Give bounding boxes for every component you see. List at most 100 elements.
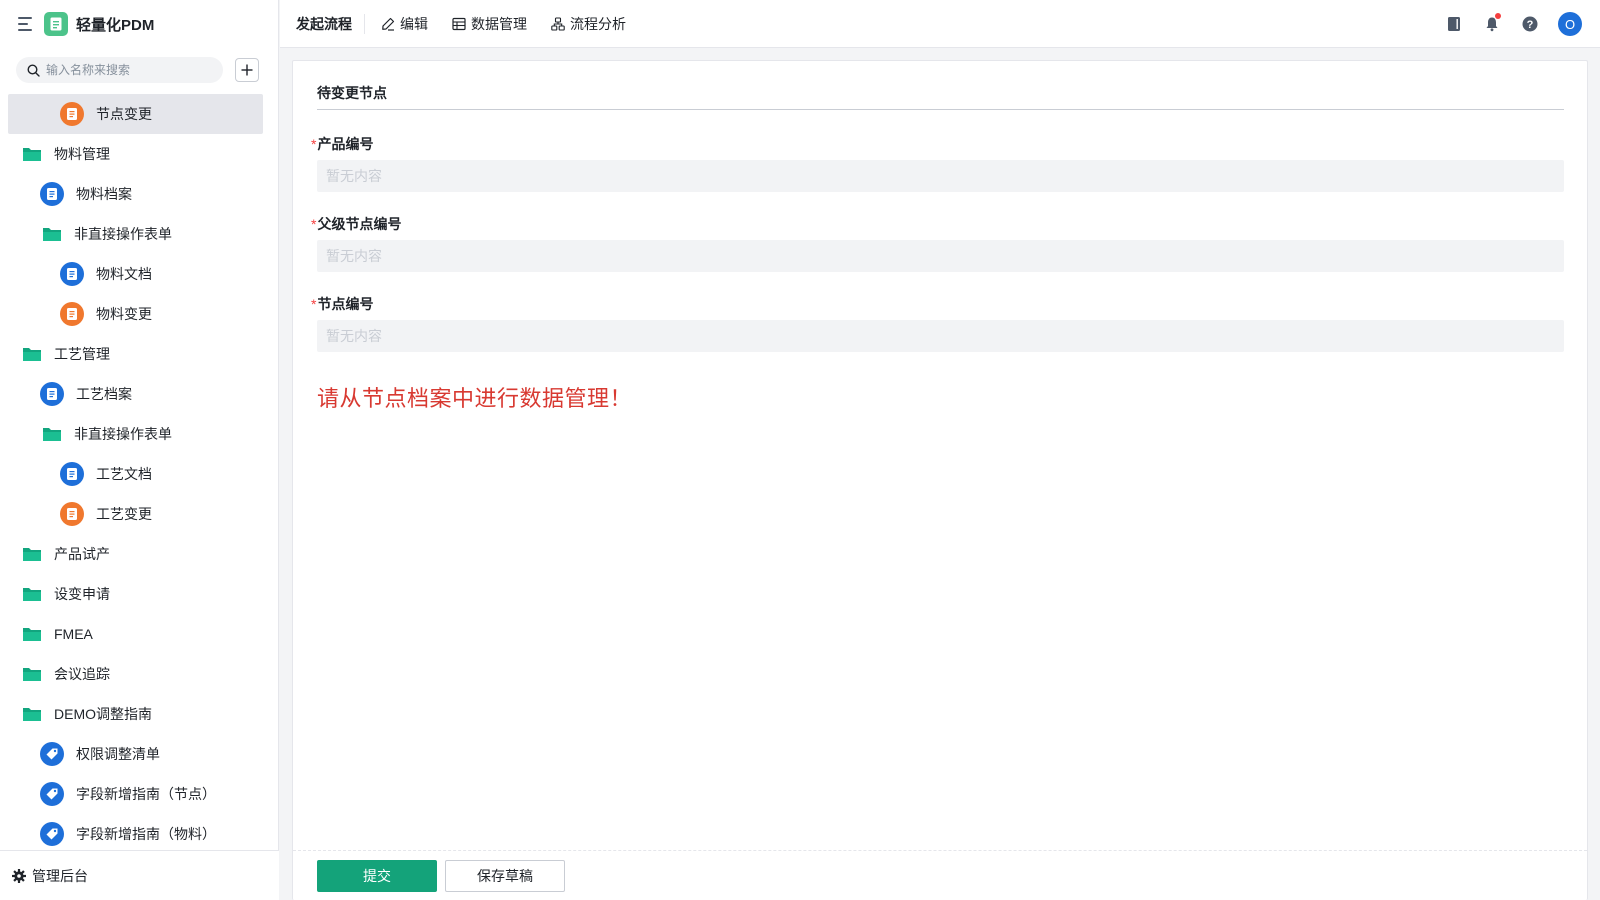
folder-icon <box>22 146 42 162</box>
sidebar-item-label: 物料管理 <box>54 146 110 162</box>
folder-icon <box>22 586 42 602</box>
notebook-icon[interactable] <box>1444 14 1464 34</box>
top-bar-actions: ? O <box>1426 0 1600 48</box>
sidebar-item-label: 工艺文档 <box>96 466 152 482</box>
required-marker: * <box>311 136 317 152</box>
plus-icon <box>241 64 253 76</box>
search-icon <box>27 63 40 77</box>
sidebar-item-label: 工艺变更 <box>96 506 152 522</box>
sidebar-item-label: 节点变更 <box>96 106 152 122</box>
field-label-node-number: *节点编号 <box>311 294 373 314</box>
sidebar-item[interactable]: 工艺档案 <box>0 374 279 414</box>
orange-form-icon <box>60 502 84 526</box>
menu-toggle-icon[interactable] <box>18 17 34 31</box>
sidebar-item[interactable]: DEMO调整指南 <box>0 694 279 734</box>
save-draft-button[interactable]: 保存草稿 <box>445 859 565 892</box>
blue-form-icon <box>40 182 64 206</box>
admin-console-link[interactable]: 管理后台 <box>0 850 279 900</box>
sidebar-item-label: 产品试产 <box>54 546 110 562</box>
avatar[interactable]: O <box>1558 12 1582 36</box>
sidebar-item[interactable]: 工艺文档 <box>0 454 279 494</box>
tab-edit[interactable]: 编辑 <box>381 14 428 34</box>
folder-icon <box>42 226 62 242</box>
field-label-product-number: *产品编号 <box>311 134 373 154</box>
notification-dot <box>1495 13 1501 19</box>
blue-form-icon <box>60 462 84 486</box>
folder-icon <box>22 546 42 562</box>
folder-icon <box>22 666 42 682</box>
orange-form-icon <box>60 102 84 126</box>
tag-icon <box>40 822 64 846</box>
sidebar-item[interactable]: 非直接操作表单 <box>0 214 279 254</box>
flow-icon <box>551 16 565 31</box>
orange-form-icon <box>60 302 84 326</box>
app-logo-icon <box>44 12 68 36</box>
search-input[interactable] <box>46 63 206 77</box>
sidebar-item-label: 字段新增指南（物料） <box>76 826 216 842</box>
tag-icon <box>40 782 64 806</box>
tab-label: 编辑 <box>400 15 428 32</box>
folder-icon <box>22 346 42 362</box>
pencil-icon <box>382 17 395 31</box>
sidebar-item[interactable]: 字段新增指南（节点） <box>0 774 279 814</box>
gear-icon <box>12 868 26 883</box>
sidebar-item[interactable]: 会议追踪 <box>0 654 279 694</box>
help-icon[interactable]: ? <box>1520 14 1540 34</box>
field-label-text: 父级节点编号 <box>317 216 402 232</box>
sidebar-item-label: 会议追踪 <box>54 666 110 682</box>
field-label-text: 节点编号 <box>317 296 374 312</box>
required-marker: * <box>311 216 317 232</box>
tab-start-process[interactable]: 发起流程 <box>296 13 365 34</box>
add-button[interactable] <box>235 58 259 82</box>
sidebar-item[interactable]: 字段新增指南（物料） <box>0 814 279 848</box>
sidebar-item[interactable]: 节点变更 <box>8 94 263 134</box>
parent-node-number-field[interactable]: 暂无内容 <box>317 240 1564 272</box>
sidebar-item-label: 非直接操作表单 <box>74 226 172 242</box>
folder-icon <box>22 626 42 642</box>
tab-process-analysis[interactable]: 流程分析 <box>551 14 626 34</box>
product-number-field[interactable]: 暂无内容 <box>317 160 1564 192</box>
tab-label: 数据管理 <box>471 15 527 32</box>
tab-label: 流程分析 <box>570 15 626 32</box>
app-title: 轻量化PDM <box>76 16 155 34</box>
sidebar-item-label: DEMO调整指南 <box>54 706 152 722</box>
sidebar-item[interactable]: 工艺管理 <box>0 334 279 374</box>
sidebar-item-label: 物料变更 <box>96 306 152 322</box>
admin-console-label: 管理后台 <box>32 867 88 884</box>
tab-label: 发起流程 <box>296 15 352 32</box>
form-panel: 待变更节点 *产品编号 暂无内容 *父级节点编号 暂无内容 *节点编号 暂无内容… <box>292 60 1588 900</box>
sidebar-item[interactable]: 物料文档 <box>0 254 279 294</box>
field-label-text: 产品编号 <box>317 136 374 152</box>
submit-button[interactable]: 提交 <box>317 859 437 892</box>
required-marker: * <box>311 296 317 312</box>
sidebar-item-label: 物料文档 <box>96 266 152 282</box>
sidebar-item[interactable]: 产品试产 <box>0 534 279 574</box>
blue-form-icon <box>60 262 84 286</box>
sidebar-item[interactable]: FMEA <box>0 614 279 654</box>
top-bar: 发起流程 编辑 数据管理 流程分析 ? O <box>280 0 1600 48</box>
sidebar-item[interactable]: 工艺变更 <box>0 494 279 534</box>
warning-message: 请从节点档案中进行数据管理！ <box>317 386 633 411</box>
field-label-parent-node-number: *父级节点编号 <box>311 214 401 234</box>
section-title: 待变更节点 <box>317 83 1564 110</box>
sidebar-item-label: FMEA <box>54 626 93 642</box>
sidebar: 轻量化PDM 节点变更物料管理物料档案非直接操作表单物料文档物料变更工艺管理工艺… <box>0 0 279 900</box>
sidebar-item[interactable]: 权限调整清单 <box>0 734 279 774</box>
folder-icon <box>22 706 42 722</box>
sidebar-item[interactable]: 物料变更 <box>0 294 279 334</box>
sidebar-header: 轻量化PDM <box>0 0 278 48</box>
sidebar-item[interactable]: 物料档案 <box>0 174 279 214</box>
sidebar-item[interactable]: 非直接操作表单 <box>0 414 279 454</box>
node-number-field[interactable]: 暂无内容 <box>317 320 1564 352</box>
tab-data-management[interactable]: 数据管理 <box>452 14 527 34</box>
sidebar-item-label: 设变申请 <box>54 586 110 602</box>
sidebar-item-label: 字段新增指南（节点） <box>76 786 216 802</box>
sidebar-item-label: 工艺档案 <box>76 386 132 402</box>
blue-form-icon <box>40 382 64 406</box>
folder-icon <box>42 426 62 442</box>
sidebar-item-label: 工艺管理 <box>54 346 110 362</box>
sidebar-item[interactable]: 物料管理 <box>0 134 279 174</box>
sidebar-search[interactable] <box>16 57 223 83</box>
bell-icon[interactable] <box>1482 13 1502 34</box>
sidebar-item[interactable]: 设变申请 <box>0 574 279 614</box>
